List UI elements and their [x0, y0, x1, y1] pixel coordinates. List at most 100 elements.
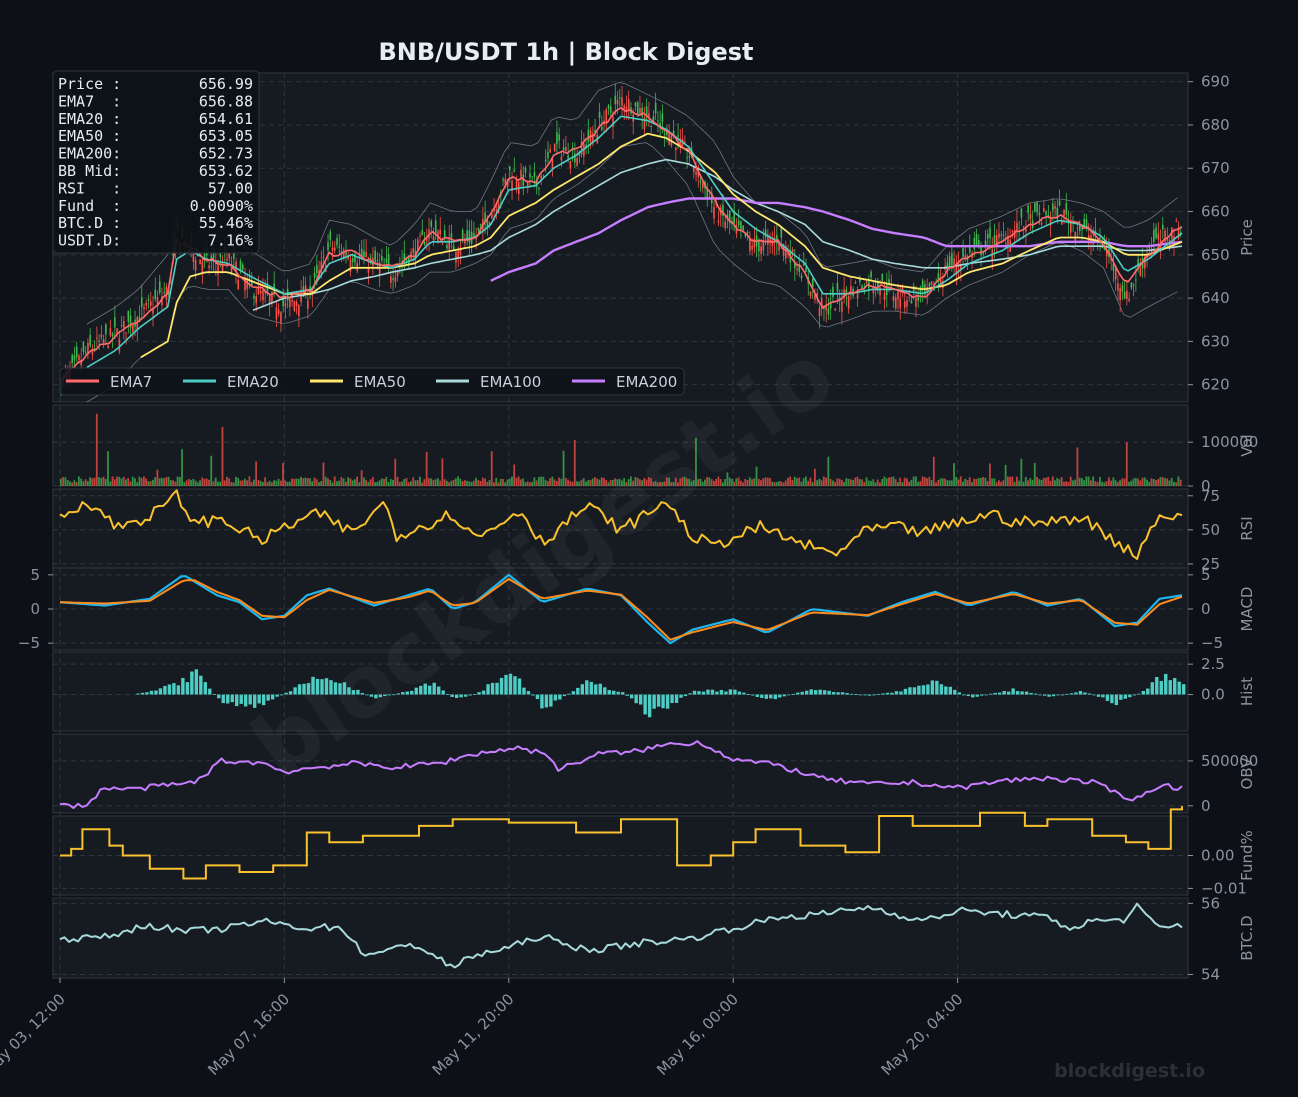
volume-bar [82, 481, 85, 486]
volume-bar [843, 482, 845, 486]
hist-bar [311, 676, 315, 695]
volume-bar [787, 477, 789, 486]
hist-bar [481, 690, 486, 695]
hist-bar [495, 682, 499, 695]
volume-bar [641, 480, 643, 486]
candle-body [854, 282, 857, 284]
volume-bar [1159, 477, 1162, 486]
hist-bar [1047, 694, 1051, 697]
candle-body [1011, 230, 1014, 232]
ytick-label-rsi: 75 [1201, 487, 1220, 505]
candle-body [598, 111, 601, 118]
candle-body [307, 300, 309, 309]
volume-bar [618, 478, 621, 486]
hist-bar [957, 692, 961, 695]
candle-body [461, 230, 464, 240]
hist-bar [1020, 691, 1024, 695]
ytick-label-price: 690 [1201, 73, 1230, 91]
volume-bar [733, 481, 735, 486]
volume-bar [571, 481, 574, 486]
hist-bar [751, 694, 755, 696]
volume-bar [829, 478, 832, 486]
panel-btcd [52, 897, 1189, 979]
candle-body [228, 252, 231, 259]
info-label: BB Mid: [58, 162, 121, 180]
hist-bar [1137, 693, 1141, 695]
candle-body [392, 278, 394, 280]
candle-body [1045, 211, 1047, 216]
candle-body [549, 149, 551, 153]
info-value: 653.05 [199, 127, 253, 145]
candle-body [1162, 224, 1164, 230]
volume-bar [1175, 482, 1178, 486]
volume-bar [582, 478, 585, 486]
hist-bar [903, 688, 908, 695]
ytick-label-price: 650 [1201, 246, 1230, 264]
volume-bar [564, 477, 567, 486]
volume-bar [270, 482, 273, 486]
volume-bar [344, 481, 347, 486]
ytick-left-label-macd: 5 [30, 566, 40, 584]
volume-bar [838, 478, 841, 486]
volume-bar [636, 477, 639, 486]
volume-bar [475, 477, 477, 486]
volume-bar [890, 477, 893, 486]
candle-body [742, 225, 744, 230]
candle-body [385, 258, 388, 263]
volume-bar [392, 479, 394, 486]
candle-body [412, 248, 415, 254]
candle-body [980, 246, 982, 256]
volume-bar [192, 478, 195, 486]
hist-bar [270, 694, 275, 700]
volume-bar [259, 480, 262, 486]
hist-bar [796, 692, 800, 695]
hist-bar [849, 693, 854, 695]
candle-body [1065, 202, 1068, 215]
volume-bar [1040, 480, 1043, 486]
hist-bar [553, 694, 558, 701]
volume-bar [569, 481, 572, 486]
hist-bar [199, 675, 203, 695]
volume-bar [966, 480, 969, 486]
footer-brand: blockdigest.io [1054, 1060, 1205, 1082]
volume-bar [629, 476, 632, 486]
legend-label: EMA200 [616, 373, 677, 391]
volume-bar [342, 478, 345, 486]
volume-bar [997, 480, 1000, 486]
hist-bar [244, 694, 248, 707]
hist-bar [890, 692, 894, 695]
volume-bar [914, 476, 917, 486]
hist-bar [526, 691, 531, 695]
candle-body [313, 273, 316, 278]
volume-bar [897, 482, 899, 486]
volume-bar [288, 481, 291, 486]
volume-bar [511, 476, 513, 486]
volume-bar [190, 480, 192, 486]
volume-bar [104, 479, 107, 486]
volume-bar [822, 476, 825, 486]
volume-bar [1054, 480, 1056, 486]
hist-bar [706, 689, 710, 695]
hist-bar [1092, 694, 1096, 696]
candle-body [928, 283, 931, 287]
candle-body [199, 259, 201, 265]
hist-bar [921, 685, 926, 695]
volume-bar [322, 462, 325, 486]
ylabel-macd: MACD [1238, 587, 1256, 632]
volume-bar [614, 478, 617, 486]
volume-bar [232, 482, 235, 486]
hist-bar [827, 690, 831, 695]
volume-bar [338, 480, 341, 486]
volume-bar [975, 478, 978, 486]
hist-bar [876, 694, 881, 695]
volume-bar [109, 481, 112, 486]
hist-bar [226, 694, 230, 704]
volume-bar [268, 480, 271, 486]
hist-bar [715, 691, 719, 695]
volume-bar [152, 479, 154, 486]
hist-bar [1128, 694, 1132, 698]
candle-body [1034, 202, 1036, 212]
volume-bar [937, 479, 940, 486]
info-value: 7.16% [208, 232, 253, 250]
candle-body [827, 308, 830, 315]
